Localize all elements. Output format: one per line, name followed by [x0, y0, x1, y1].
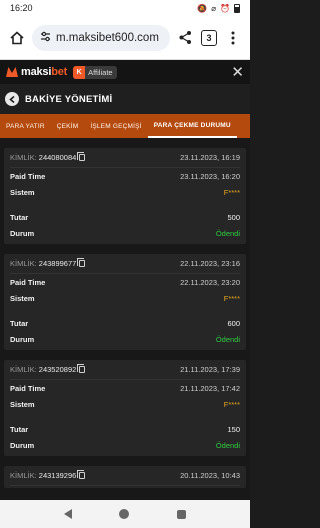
withdrawal-id: 243520892	[38, 365, 77, 374]
card-header: KİMLİK: 243899677 22.11.2023, 23:16	[10, 254, 240, 274]
paid-time-value: 22.11.2023, 23:20	[180, 277, 240, 287]
system-nav-bar	[0, 500, 250, 528]
paid-time-value: 23.11.2023, 16:20	[180, 171, 240, 181]
system-value: F****	[223, 400, 240, 410]
tab-withdraw[interactable]: ÇEKİM	[51, 114, 85, 138]
amount-row: Tutar 150	[10, 421, 240, 438]
status-label: Durum	[10, 335, 35, 345]
menu-icon[interactable]	[224, 29, 242, 47]
status-value: Ödendi	[215, 229, 240, 239]
copy-icon[interactable]	[77, 470, 86, 479]
nav-recents-icon[interactable]	[177, 509, 187, 519]
paid-time-row: Paid Time 22.11.2023, 23:20	[10, 274, 240, 291]
address-bar[interactable]: m.maksibet600.com	[32, 24, 170, 51]
withdrawal-card: KİMLİK: 243139296 20.11.2023, 10:43	[4, 466, 246, 488]
withdrawal-card: KİMLİK: 243520892 21.11.2023, 17:39 Paid…	[4, 360, 246, 456]
tab-transaction-history[interactable]: İŞLEM GEÇMİŞİ	[84, 114, 147, 138]
status-row: Durum Ödendi	[10, 438, 240, 455]
amount-label: Tutar	[10, 424, 29, 434]
system-row: Sistem F****	[10, 185, 240, 202]
status-label: Durum	[10, 229, 35, 239]
withdrawal-list[interactable]: KİMLİK: 244080084 23.11.2023, 16:19 Paid…	[0, 138, 250, 500]
tab-withdrawal-status[interactable]: PARA ÇEKME DURUMU	[147, 114, 237, 138]
request-date: 20.11.2023, 10:43	[180, 471, 240, 480]
paid-time-label: Paid Time	[10, 383, 46, 393]
affiliate-label: Affiliate	[88, 67, 113, 77]
request-date: 23.11.2023, 16:19	[180, 153, 240, 162]
clock: 16:20	[10, 3, 33, 13]
system-row: Sistem F****	[10, 291, 240, 308]
share-icon[interactable]	[176, 29, 194, 47]
nav-home-icon[interactable]	[119, 509, 130, 519]
amount-label: Tutar	[10, 212, 29, 222]
affiliate-badge[interactable]: K Affiliate	[73, 65, 117, 79]
id-label: KİMLİK:	[10, 259, 37, 268]
logo-suffix: bet	[51, 66, 68, 78]
amount-value: 150	[227, 424, 240, 434]
paid-time-row: Paid Time 23.11.2023, 16:20	[10, 168, 240, 185]
card-header: KİMLİK: 243139296 20.11.2023, 10:43	[10, 466, 240, 486]
status-value: Ödendi	[215, 335, 240, 345]
paid-time-value: 21.11.2023, 17:42	[180, 383, 240, 393]
system-label: Sistem	[10, 188, 35, 198]
system-value: F****	[223, 294, 240, 304]
withdrawal-card: KİMLİK: 244080084 23.11.2023, 16:19 Paid…	[4, 148, 246, 244]
page-header: BAKİYE YÖNETİMİ	[0, 84, 250, 114]
home-icon[interactable]	[8, 29, 26, 47]
card-header: KİMLİK: 243520892 21.11.2023, 17:39	[10, 360, 240, 380]
tab-switcher-button[interactable]: 3	[200, 29, 218, 47]
amount-value: 600	[227, 318, 240, 328]
system-value: F****	[223, 188, 240, 198]
logo-prefix: maksi	[21, 66, 52, 78]
request-date: 21.11.2023, 17:39	[180, 365, 240, 374]
status-bar: 16:20 🔕 ⌀ ⏰	[0, 0, 250, 16]
url-text[interactable]: m.maksibet600.com	[56, 32, 159, 44]
amount-row: Tutar 600	[10, 315, 240, 332]
battery-icon	[234, 3, 240, 13]
request-date: 22.11.2023, 23:16	[180, 259, 240, 268]
back-button[interactable]	[5, 92, 19, 106]
status-row: Durum Ödendi	[10, 226, 240, 243]
wifi-off-icon: ⌀	[211, 3, 217, 13]
status-row: Durum Ödendi	[10, 332, 240, 349]
copy-icon[interactable]	[77, 152, 86, 161]
id-label: KİMLİK:	[10, 365, 37, 374]
status-icons: 🔕 ⌀ ⏰	[197, 3, 240, 13]
site-header: maksibet K Affiliate ✕	[0, 60, 250, 84]
id-label: KİMLİK:	[10, 153, 37, 162]
site-info-icon[interactable]	[40, 31, 51, 45]
tab-deposit[interactable]: PARA YATIR	[0, 114, 51, 138]
amount-row: Tutar 500	[10, 209, 240, 226]
amount-label: Tutar	[10, 318, 29, 328]
close-icon[interactable]: ✕	[231, 65, 244, 80]
withdrawal-id: 243139296	[38, 471, 77, 480]
system-label: Sistem	[10, 294, 35, 304]
system-label: Sistem	[10, 400, 35, 410]
amount-value: 500	[227, 212, 240, 222]
copy-icon[interactable]	[77, 364, 86, 373]
tab-bar: PARA YATIR ÇEKİM İŞLEM GEÇMİŞİ PARA ÇEKM…	[0, 114, 250, 138]
paid-time-label: Paid Time	[10, 171, 46, 181]
card-header: KİMLİK: 244080084 23.11.2023, 16:19	[10, 148, 240, 168]
id-label: KİMLİK:	[10, 471, 37, 480]
withdrawal-card: KİMLİK: 243899677 22.11.2023, 23:16 Paid…	[4, 254, 246, 350]
nav-back-icon[interactable]	[63, 509, 72, 519]
mute-icon: 🔕	[197, 3, 208, 13]
status-value: Ödendi	[215, 441, 240, 451]
alarm-icon: ⏰	[220, 3, 230, 13]
system-row: Sistem F****	[10, 397, 240, 414]
affiliate-badge-mark: K	[73, 65, 86, 79]
page-title: BAKİYE YÖNETİMİ	[25, 93, 113, 105]
paid-time-label: Paid Time	[10, 277, 46, 287]
tab-count: 3	[201, 29, 217, 46]
paid-time-row: Paid Time 21.11.2023, 17:42	[10, 380, 240, 397]
logo-icon	[6, 67, 18, 77]
status-label: Durum	[10, 441, 35, 451]
copy-icon[interactable]	[77, 258, 86, 267]
browser-toolbar: m.maksibet600.com 3	[0, 16, 250, 60]
withdrawal-id: 243899677	[38, 259, 77, 268]
withdrawal-id: 244080084	[38, 153, 77, 162]
logo: maksibet	[6, 66, 67, 78]
